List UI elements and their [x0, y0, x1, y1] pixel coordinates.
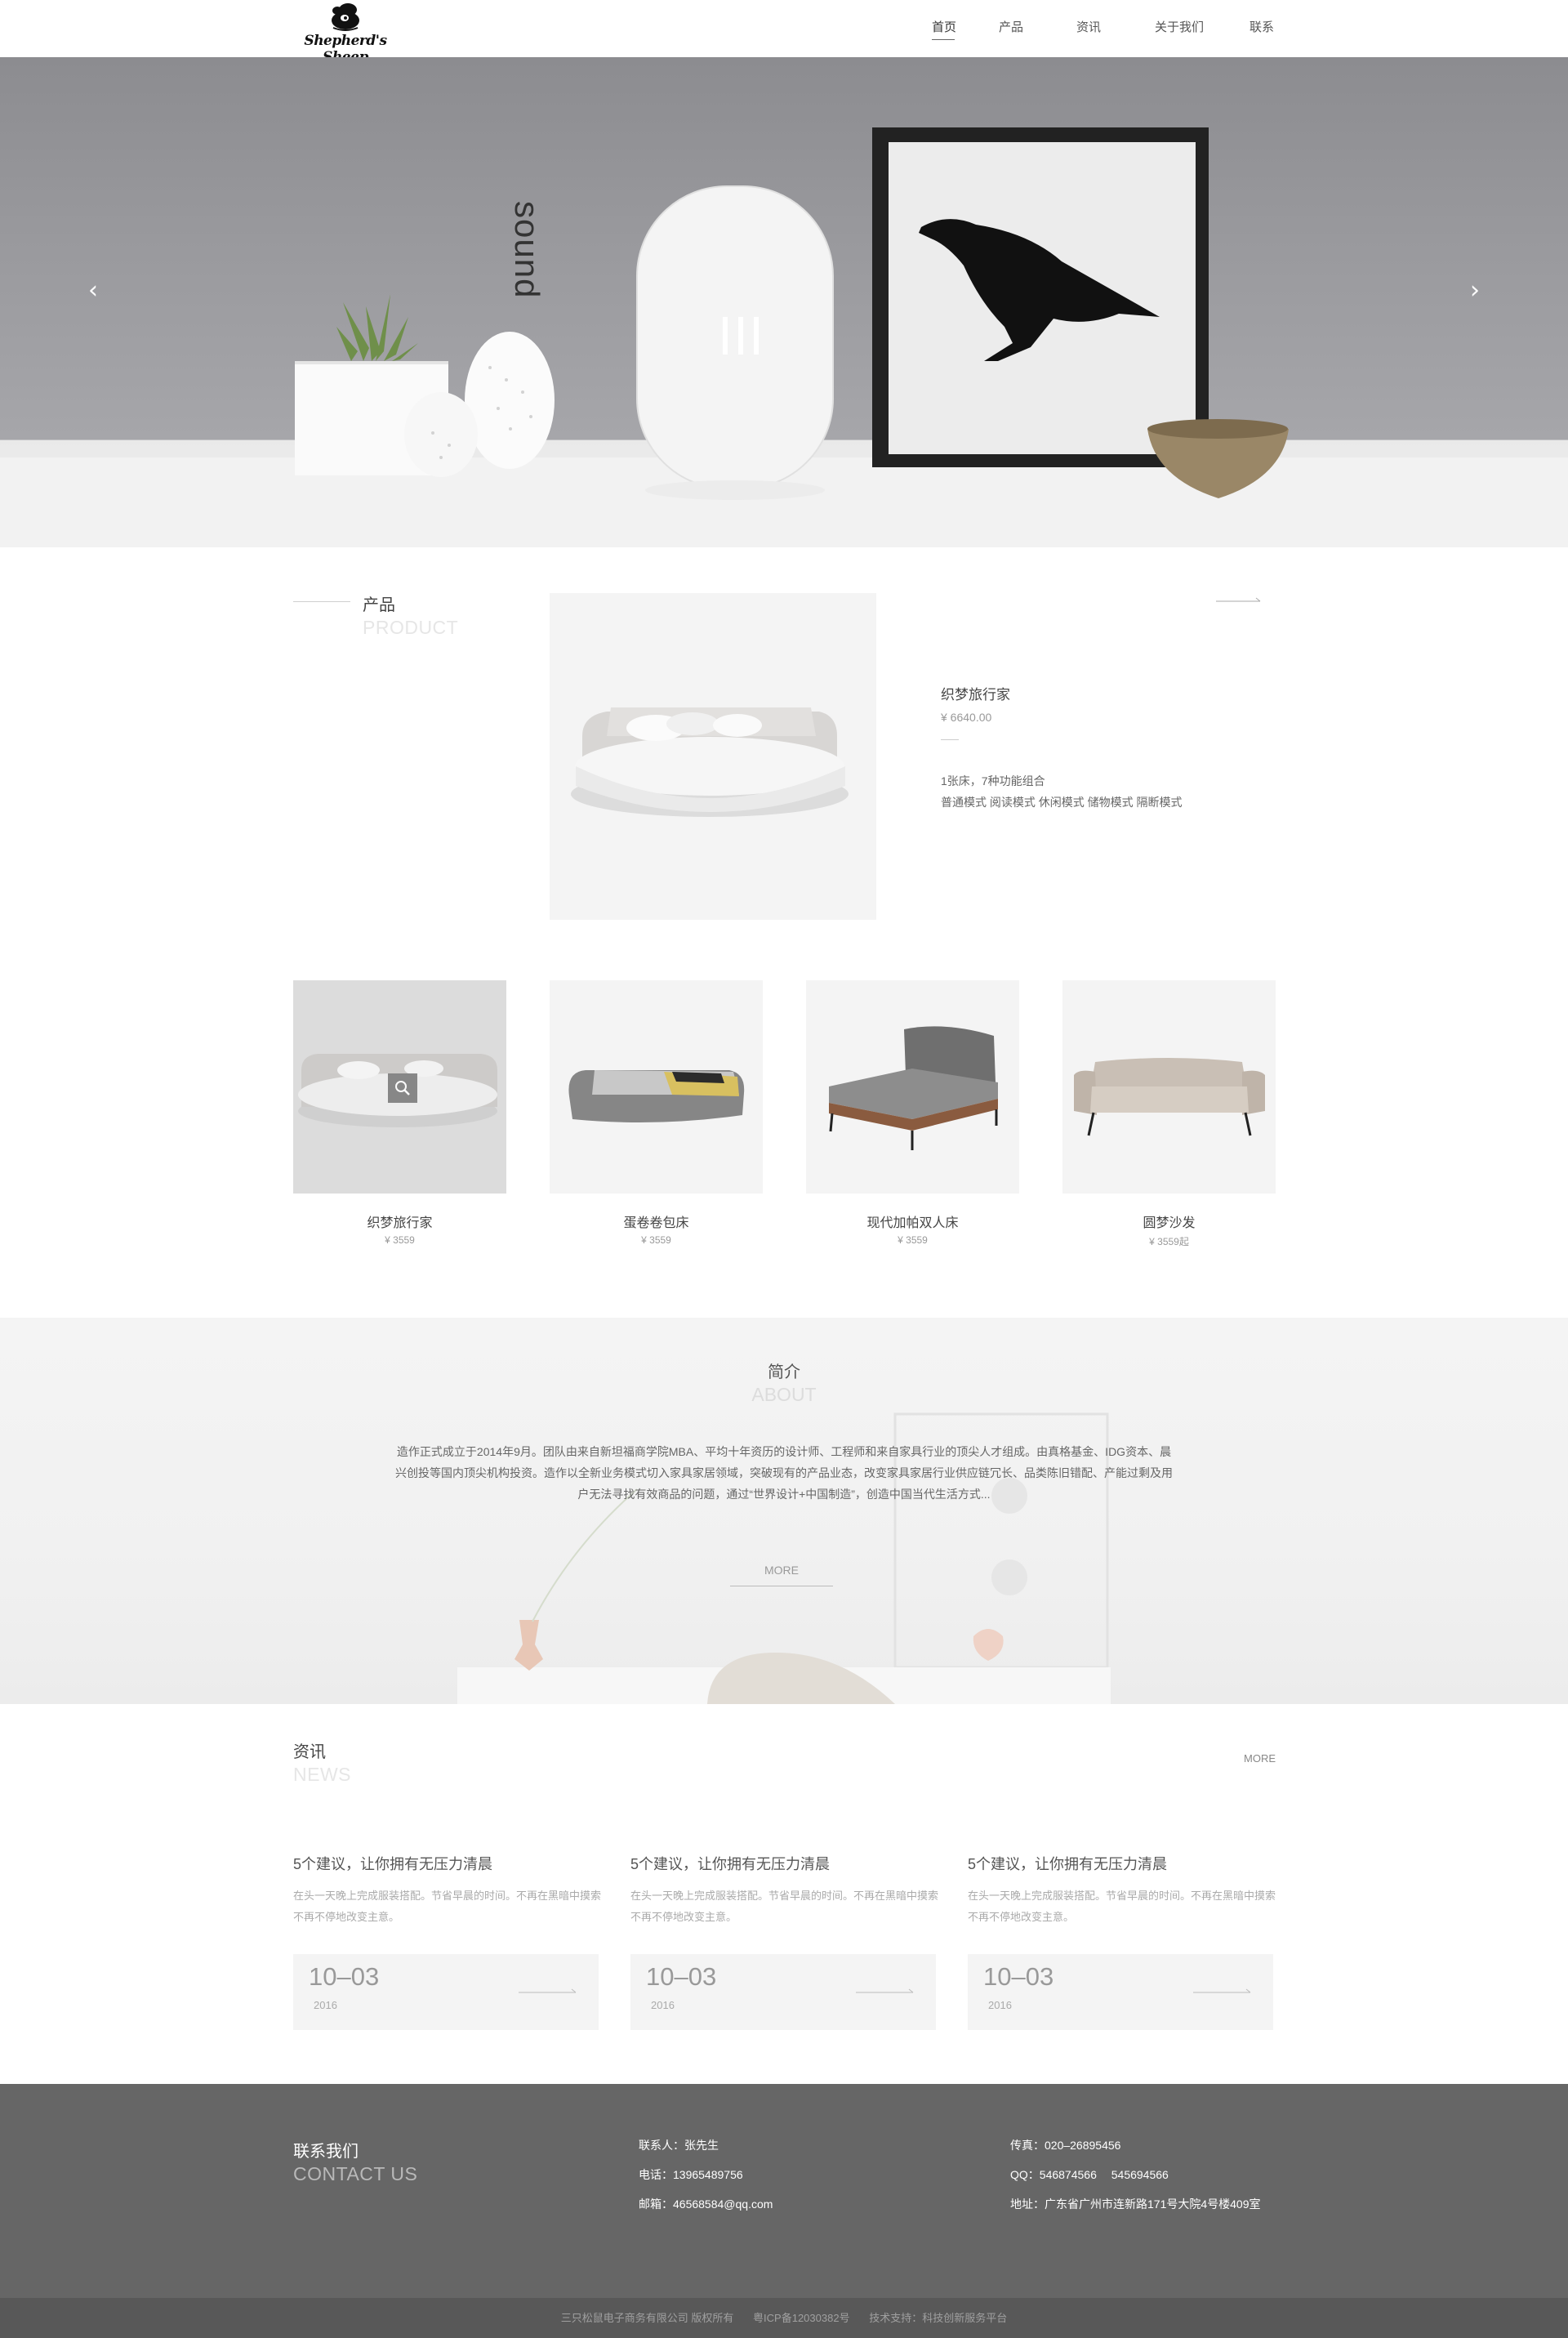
featured-description-line2: 普通模式 阅读模式 休闲模式 储物模式 隔断模式 — [941, 796, 1183, 809]
chevron-right-icon: › — [1470, 276, 1480, 305]
news-item-text-1: 在头一天晚上完成服装搭配。节省早晨的时间。不再在黑暗中摸索不再不停地改变主意。 — [293, 1890, 602, 1923]
about-more-button[interactable]: MORE — [730, 1560, 833, 1586]
nav-home[interactable]: 首页 — [932, 18, 956, 35]
product-card-name-2[interactable]: 蛋卷卷包床 — [550, 1211, 763, 1231]
gray-bed-thumbnail — [568, 1070, 745, 1122]
featured-product-name[interactable]: 织梦旅行家 — [941, 683, 1010, 703]
contact-person: 联系人：张先生 — [639, 2139, 719, 2152]
featured-product-image[interactable] — [550, 593, 876, 920]
contact-address: 地址：广东省广州市连新路171号大院4号楼409室 — [1010, 2197, 1261, 2211]
arrow-right-icon — [1193, 1988, 1251, 1993]
product-card-price-1: ¥ 3559 — [385, 1234, 415, 1246]
nav-news[interactable]: 资讯 — [1076, 18, 1101, 35]
chevron-left-icon: ‹ — [88, 276, 98, 305]
double-bed-thumbnail — [829, 1026, 998, 1150]
product-card-name-1[interactable]: 织梦旅行家 — [293, 1211, 506, 1231]
product-card-image-1[interactable] — [293, 980, 506, 1194]
product-next-button[interactable] — [1216, 595, 1262, 603]
copyright-bar: 三只松鼠电子商务有限公司 版权所有 粤ICP备12030382号 技术支持：科技… — [0, 2298, 1568, 2338]
product-section-subtitle: PRODUCT — [363, 617, 459, 638]
zoom-button[interactable] — [388, 1073, 417, 1103]
product-title-line — [293, 601, 350, 602]
news-item-title-1[interactable]: 5个建议，让你拥有无压力清晨 — [293, 1853, 492, 1874]
news-item-year-2: 2016 — [651, 1999, 675, 2011]
nav-about[interactable]: 关于我们 — [1155, 18, 1204, 35]
product-card-image-4[interactable] — [1062, 980, 1276, 1194]
about-description: 造作正式成立于2014年9月。团队由来自新坦福商学院MBA、平均十年资历的设计师… — [395, 1445, 1173, 1501]
search-icon — [395, 1081, 410, 1095]
hero-prev-button[interactable]: ‹ — [88, 276, 98, 305]
news-item-date-box-3[interactable]: 10–03 2016 — [968, 1954, 1273, 2030]
news-section-title: 资讯 — [293, 1743, 326, 1761]
sofa-thumbnail — [1074, 1058, 1265, 1136]
news-section-subtitle: NEWS — [293, 1764, 351, 1785]
product-section-title: 产品 — [363, 596, 395, 614]
news-item-year-1: 2016 — [314, 1999, 337, 2011]
contact-title: 联系我们 — [293, 2143, 359, 2161]
contact-qq: QQ：546874566 545694566 — [1010, 2168, 1169, 2181]
copyright-icp[interactable]: 粤ICP备12030382号 — [753, 2312, 850, 2324]
hero-illustration — [0, 127, 1568, 547]
product-card-price-3: ¥ 3559 — [898, 1234, 928, 1246]
arrow-right-icon — [519, 1988, 577, 1993]
hero-next-button[interactable]: › — [1470, 276, 1480, 305]
footer — [0, 2084, 1568, 2298]
featured-description-line1: 1张床，7种功能组合 — [941, 774, 1045, 788]
about-title: 简介 — [768, 1363, 800, 1381]
featured-product-price: ¥ 6640.00 — [941, 711, 992, 724]
nav-contact[interactable]: 联系 — [1250, 18, 1274, 35]
news-item-date-box-2[interactable]: 10–03 2016 — [630, 1954, 936, 2030]
product-card-name-3[interactable]: 现代加帕双人床 — [806, 1211, 1019, 1231]
product-card-image-2[interactable] — [550, 980, 763, 1194]
news-item-title-2[interactable]: 5个建议，让你拥有无压力清晨 — [630, 1853, 830, 1874]
arrow-right-icon — [1216, 597, 1261, 602]
news-item-text-3: 在头一天晚上完成服装搭配。节省早晨的时间。不再在黑暗中摸索不再不停地改变主意。 — [968, 1890, 1276, 1923]
news-item-text-2: 在头一天晚上完成服装搭配。节省早晨的时间。不再在黑暗中摸索不再不停地改变主意。 — [630, 1890, 939, 1923]
contact-phone[interactable]: 电话：13965489756 — [639, 2166, 743, 2183]
sound-vertical-text: sound — [508, 201, 546, 299]
round-bed-image — [571, 707, 849, 817]
sheep-logo-icon — [332, 3, 359, 31]
product-card-price-2: ¥ 3559 — [641, 1234, 671, 1246]
copyright-company: 三只松鼠电子商务有限公司 版权所有 — [560, 2312, 734, 2324]
news-item-title-3[interactable]: 5个建议，让你拥有无压力清晨 — [968, 1853, 1167, 1874]
contact-subtitle: CONTACT US — [293, 2163, 418, 2184]
sound-caption: sound — [508, 201, 546, 389]
contact-fax: 传真：020–26895456 — [1010, 2139, 1121, 2152]
about-subtitle: ABOUT — [751, 1384, 817, 1405]
product-card-image-3[interactable] — [806, 980, 1019, 1194]
hero-banner[interactable]: sound ‹ › — [0, 57, 1568, 547]
product-card-price-4: ¥ 3559起 — [1149, 1236, 1189, 1247]
logo[interactable]: Shepherd's Sheep — [292, 3, 399, 65]
news-item-date-3: 10–03 — [983, 1962, 1054, 1991]
news-item-date-1: 10–03 — [309, 1962, 380, 1991]
nav-active-underline — [932, 39, 955, 40]
news-item-date-2: 10–03 — [646, 1962, 717, 1991]
product-card-name-4[interactable]: 圆梦沙发 — [1062, 1211, 1276, 1231]
nav-products[interactable]: 产品 — [999, 18, 1023, 35]
news-item-date-box-1[interactable]: 10–03 2016 — [293, 1954, 599, 2030]
news-item-year-3: 2016 — [988, 1999, 1012, 2011]
news-more-link[interactable]: MORE — [1244, 1752, 1276, 1765]
arrow-right-icon — [856, 1988, 914, 1993]
site-header: Shepherd's Sheep 首页 产品 资讯 关于我们 联系 — [0, 0, 1568, 65]
copyright-support[interactable]: 技术支持：科技创新服务平台 — [869, 2312, 1007, 2324]
featured-divider — [941, 739, 959, 740]
contact-email[interactable]: 邮箱：46568584@qq.com — [639, 2196, 773, 2212]
